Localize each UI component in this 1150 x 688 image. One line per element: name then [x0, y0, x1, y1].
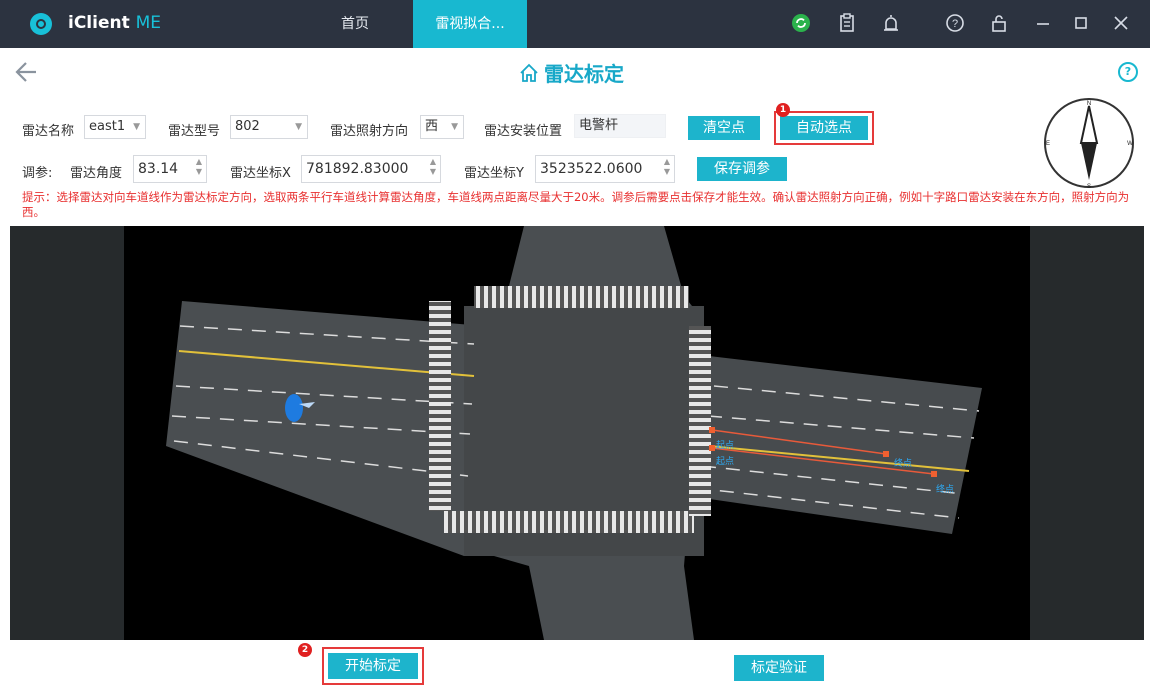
point-label: 起点 [716, 456, 734, 466]
tab-radar-fusion[interactable]: 雷视拟合... [413, 0, 527, 48]
calib-point[interactable] [883, 451, 889, 457]
maximize-icon[interactable] [1070, 12, 1092, 34]
help-icon[interactable]: ? [1118, 62, 1138, 82]
spinner-icon[interactable]: ▲ ▼ [430, 157, 436, 177]
compass-n: N [1087, 101, 1091, 107]
chevron-down-icon: ▼ [295, 122, 302, 132]
app-logo-icon [30, 13, 52, 35]
radar-angle-input[interactable]: 83.14 ▲ ▼ [133, 155, 207, 183]
intersection-view[interactable]: 起点 起点 终点 终点 [124, 226, 1030, 640]
radar-angle-value: 83.14 [138, 161, 179, 177]
adjust-label: 调参: [22, 166, 53, 181]
radar-position-label: 雷达安装位置 [484, 124, 563, 139]
compass-w: W [1127, 141, 1133, 147]
radar-model-value: 802 [235, 119, 260, 134]
alarm-icon[interactable] [880, 12, 902, 34]
verify-calibration-button[interactable]: 标定验证 [734, 655, 824, 681]
radar-y-label: 雷达坐标Y [464, 166, 524, 181]
radar-position-value: 电警杆 [579, 118, 619, 133]
radar-model-label: 雷达型号 [168, 124, 221, 139]
point-label: 起点 [716, 440, 734, 450]
unlock-icon[interactable] [988, 12, 1010, 34]
step-badge-2: 2 [298, 643, 312, 657]
radar-name-label: 雷达名称 [22, 124, 75, 139]
radar-direction-label: 雷达照射方向 [330, 124, 409, 139]
calib-point[interactable] [709, 427, 715, 433]
app-name-accent: ME [135, 13, 162, 33]
point-label: 终点 [936, 483, 954, 494]
title-bar: iClient ME 首页 雷视拟合... ? [0, 0, 1150, 48]
tab-home[interactable]: 首页 [320, 0, 390, 48]
compass-e: E [1046, 141, 1050, 147]
radar-model-select[interactable]: 802 ▼ [230, 115, 308, 139]
radar-x-label: 雷达坐标X [230, 166, 291, 181]
calib-point[interactable] [931, 471, 937, 477]
crosswalk-west [429, 301, 451, 511]
clear-points-button[interactable]: 清空点 [688, 116, 760, 140]
compass-s: S [1087, 184, 1091, 190]
radar-y-value: 3523522.0600 [540, 161, 643, 177]
radar-direction-value: 西 [425, 119, 439, 134]
calib-point[interactable] [709, 445, 715, 451]
radar-direction-select[interactable]: 西 ▼ [420, 115, 464, 139]
radar-position-field[interactable]: 电警杆 [574, 114, 666, 138]
minimize-icon[interactable] [1032, 12, 1054, 34]
compass-icon: N S E W [1042, 96, 1136, 190]
refresh-icon[interactable] [790, 12, 812, 34]
home-icon [518, 62, 540, 84]
save-params-button[interactable]: 保存调参 [697, 157, 787, 181]
point-label: 终点 [894, 457, 912, 468]
app-name: iClient ME [68, 13, 161, 33]
radar-y-input[interactable]: 3523522.0600 ▲ ▼ [535, 155, 675, 183]
page-title-text: 雷达标定 [544, 62, 624, 86]
hint-text: 提示：选择雷达对向车道线作为雷达标定方向，选取两条平行车道线计算雷达角度，车道线… [22, 190, 1130, 219]
crosswalk-south [444, 511, 694, 533]
crosswalk-north [474, 286, 689, 308]
spinner-icon[interactable]: ▲ ▼ [196, 157, 202, 177]
auto-select-points-button[interactable]: 自动选点 [780, 116, 868, 140]
radar-x-value: 781892.83000 [306, 161, 409, 177]
map-panel: 起点 起点 终点 终点 [10, 226, 1144, 640]
help-circle-icon[interactable]: ? [944, 12, 966, 34]
radar-x-input[interactable]: 781892.83000 ▲ ▼ [301, 155, 441, 183]
app-name-main: iClient [68, 13, 130, 33]
crosswalk-east [689, 326, 711, 516]
spinner-icon[interactable]: ▲ ▼ [664, 157, 670, 177]
radar-name-select[interactable]: east1 ▼ [84, 115, 146, 139]
chevron-down-icon: ▼ [451, 122, 458, 132]
radar-angle-label: 雷达角度 [70, 166, 123, 181]
start-calibration-button[interactable]: 开始标定 [328, 653, 418, 679]
clipboard-icon[interactable] [836, 12, 858, 34]
step-badge-1: 1 [776, 103, 790, 117]
close-icon[interactable] [1110, 12, 1132, 34]
page-title: 雷达标定 [518, 60, 624, 88]
radar-name-value: east1 [89, 119, 126, 134]
back-arrow-icon[interactable] [12, 58, 40, 91]
chevron-down-icon: ▼ [133, 122, 140, 132]
svg-text:?: ? [952, 18, 958, 30]
